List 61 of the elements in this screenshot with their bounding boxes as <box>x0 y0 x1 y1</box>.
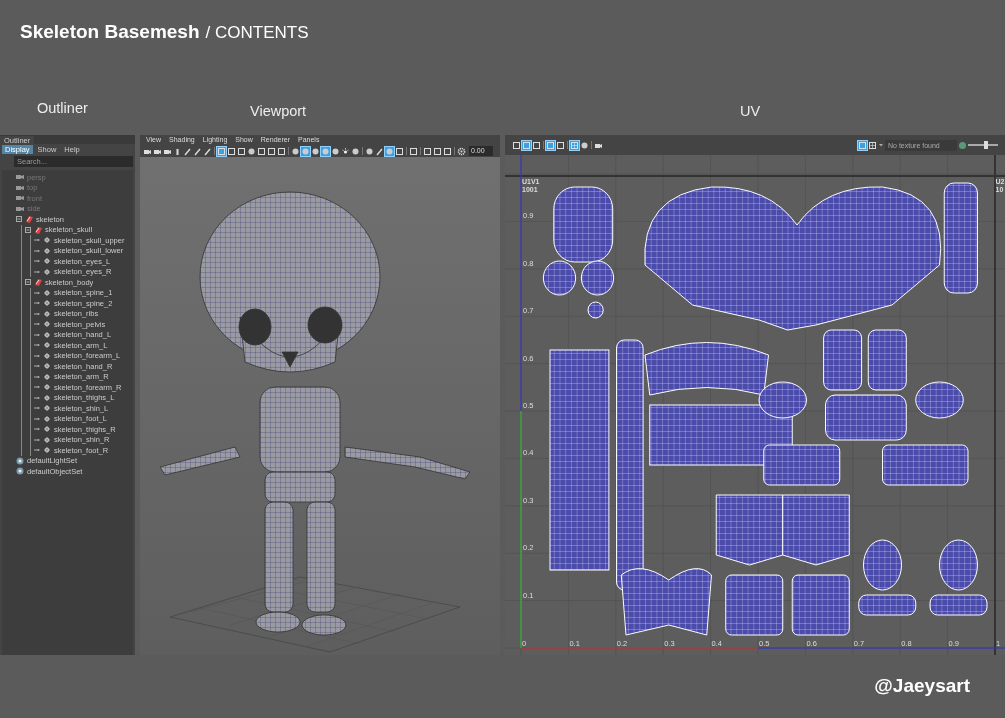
square-tool-button[interactable] <box>443 146 452 156</box>
sphere-tool-button[interactable] <box>351 146 360 156</box>
square-tool-button[interactable] <box>395 146 404 156</box>
collapse-toggle-icon[interactable] <box>25 279 31 286</box>
square-tool-button[interactable] <box>277 146 286 156</box>
branch-icon <box>34 237 40 244</box>
branch-icon <box>34 436 40 443</box>
branch-icon <box>34 394 40 401</box>
square-tool-button[interactable] <box>433 146 442 156</box>
branch-icon <box>34 247 40 254</box>
branch-icon <box>34 342 40 349</box>
pen-tool-button[interactable] <box>183 146 192 156</box>
square-tool-button[interactable] <box>532 140 541 150</box>
square-tool-button[interactable] <box>409 146 418 156</box>
pen-tool-button[interactable] <box>203 146 212 156</box>
grid-tool-button[interactable] <box>868 140 877 150</box>
mesh-icon <box>43 446 51 455</box>
sphere-tool-button[interactable] <box>311 146 320 156</box>
collapse-toggle-icon[interactable] <box>25 226 31 233</box>
sphere-tool-button[interactable] <box>247 146 256 156</box>
branch-icon <box>34 447 40 454</box>
group-icon <box>34 278 42 287</box>
sphere-tool-button[interactable] <box>291 146 300 156</box>
section-label: UV <box>740 103 761 119</box>
caret-icon[interactable] <box>878 142 884 148</box>
credit-text: @Jaeysart <box>874 674 970 699</box>
section-label: Outliner <box>37 100 88 116</box>
square-tool-button[interactable] <box>556 140 565 150</box>
mesh-icon <box>43 288 51 297</box>
branch-icon <box>34 405 40 412</box>
sun-tool-button[interactable] <box>341 146 350 156</box>
square-tool-button[interactable] <box>237 146 246 156</box>
slide-subtitle: / CONTENTS <box>205 23 309 42</box>
globe-icon[interactable] <box>958 140 967 150</box>
gear-tool-button[interactable] <box>457 146 466 156</box>
section-label: Viewport <box>250 103 307 119</box>
branch-icon <box>34 289 40 296</box>
pen-tool-button[interactable] <box>193 146 202 156</box>
square-tool-button[interactable] <box>267 146 276 156</box>
branch-icon <box>34 384 40 391</box>
branch-icon <box>34 310 40 317</box>
branch-icon <box>34 268 40 275</box>
sphere-tool-button[interactable] <box>580 140 589 150</box>
branch-icon <box>34 363 40 370</box>
branch-icon <box>34 426 40 433</box>
branch-icon <box>34 321 40 328</box>
sphere-tool-button[interactable] <box>365 146 374 156</box>
collapse-toggle-icon[interactable] <box>16 216 22 223</box>
branch-icon <box>34 331 40 338</box>
pen-tool-button[interactable] <box>375 146 384 156</box>
slide-title: Skeleton Basemesh <box>20 21 200 42</box>
square-tool-button[interactable] <box>512 140 521 150</box>
sphere-tool-button[interactable] <box>331 146 340 156</box>
branch-icon <box>34 300 40 307</box>
branch-icon <box>34 352 40 359</box>
branch-icon <box>34 415 40 422</box>
branch-icon <box>34 373 40 380</box>
square-tool-button[interactable] <box>227 146 236 156</box>
square-tool-button[interactable] <box>423 146 432 156</box>
square-tool-button[interactable] <box>257 146 266 156</box>
branch-icon <box>34 258 40 265</box>
